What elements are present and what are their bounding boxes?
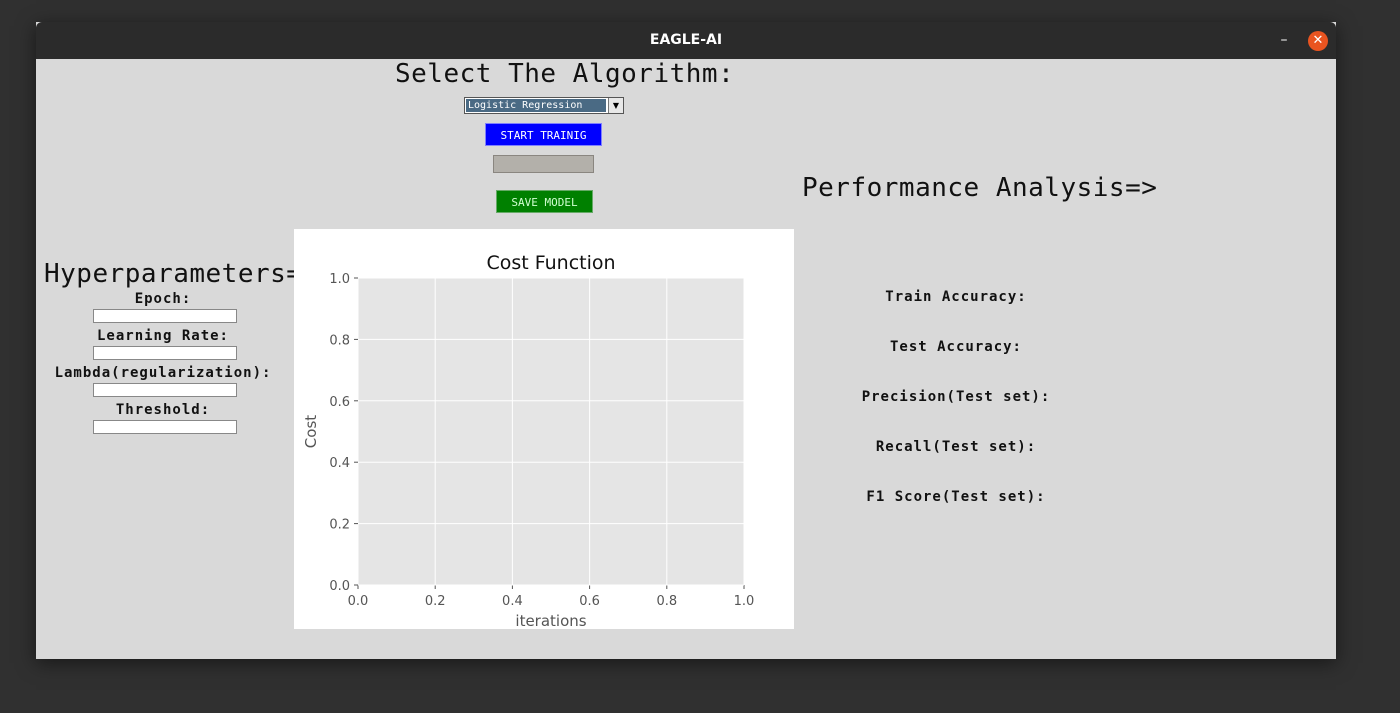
hyperparameters-heading: Hyperparameters=> bbox=[44, 259, 319, 289]
y-tick-label: 0.0 bbox=[329, 579, 350, 594]
plot-area bbox=[358, 278, 744, 585]
y-tick-label: 1.0 bbox=[329, 272, 350, 287]
close-button[interactable]: ✕ bbox=[1308, 31, 1328, 51]
chart-title: Cost Function bbox=[486, 252, 615, 274]
y-tick-label: 0.6 bbox=[329, 395, 350, 410]
title-bar[interactable]: EAGLE-AI – ✕ bbox=[36, 22, 1336, 59]
x-tick-label: 0.8 bbox=[656, 594, 677, 609]
x-tick-label: 0.2 bbox=[425, 594, 446, 609]
precision-label: Precision(Test set): bbox=[861, 389, 1051, 405]
epoch-label: Epoch: bbox=[134, 291, 192, 307]
recall-label: Recall(Test set): bbox=[875, 439, 1037, 455]
cost-function-chart: 0.0 0.2 0.4 0.6 0.8 1.0 0.0 0.2 0.4 0.6 0.8 1.0 Cost… bbox=[294, 229, 794, 629]
y-tick-label: 0.2 bbox=[329, 518, 350, 533]
f1-score-label: F1 Score(Test set): bbox=[866, 489, 1046, 505]
y-axis-label: Cost bbox=[302, 415, 320, 448]
x-axis-label: iterations bbox=[515, 612, 586, 629]
epoch-input[interactable] bbox=[93, 309, 237, 323]
main-content: Select The Algorithm: Logistic Regressio… bbox=[36, 59, 1336, 659]
lambda-label: Lambda(regularization): bbox=[54, 365, 272, 381]
chevron-down-icon[interactable]: ▼ bbox=[608, 98, 623, 113]
app-window: EAGLE-AI – ✕ Select The Algorithm: Logis… bbox=[36, 22, 1336, 659]
algorithm-selected-value: Logistic Regression bbox=[466, 99, 606, 112]
y-tick-label: 0.8 bbox=[329, 333, 350, 348]
select-algorithm-heading: Select The Algorithm: bbox=[395, 59, 735, 89]
x-tick-label: 0.6 bbox=[579, 594, 600, 609]
minimize-button[interactable]: – bbox=[1276, 30, 1292, 50]
start-training-button[interactable]: START TRAINIG bbox=[485, 123, 602, 146]
save-model-button[interactable]: SAVE MODEL bbox=[496, 190, 593, 213]
performance-analysis-heading: Performance Analysis=> bbox=[802, 173, 1158, 203]
cost-function-plot: 0.0 0.2 0.4 0.6 0.8 1.0 0.0 0.2 0.4 0.6 0.8 1.0 Cost… bbox=[302, 252, 755, 629]
train-accuracy-label: Train Accuracy: bbox=[885, 289, 1027, 305]
training-progress-bar bbox=[493, 155, 594, 173]
algorithm-dropdown[interactable]: Logistic Regression ▼ bbox=[464, 97, 624, 114]
window-title: EAGLE-AI bbox=[649, 32, 723, 48]
lambda-input[interactable] bbox=[93, 383, 237, 397]
x-tick-label: 0.0 bbox=[348, 594, 369, 609]
x-tick-label: 1.0 bbox=[734, 594, 755, 609]
learning-rate-label: Learning Rate: bbox=[96, 328, 229, 344]
threshold-label: Threshold: bbox=[115, 402, 211, 418]
test-accuracy-label: Test Accuracy: bbox=[889, 339, 1022, 355]
threshold-input[interactable] bbox=[93, 420, 237, 434]
learning-rate-input[interactable] bbox=[93, 346, 237, 360]
y-tick-label: 0.4 bbox=[329, 456, 350, 471]
x-tick-label: 0.4 bbox=[502, 594, 523, 609]
